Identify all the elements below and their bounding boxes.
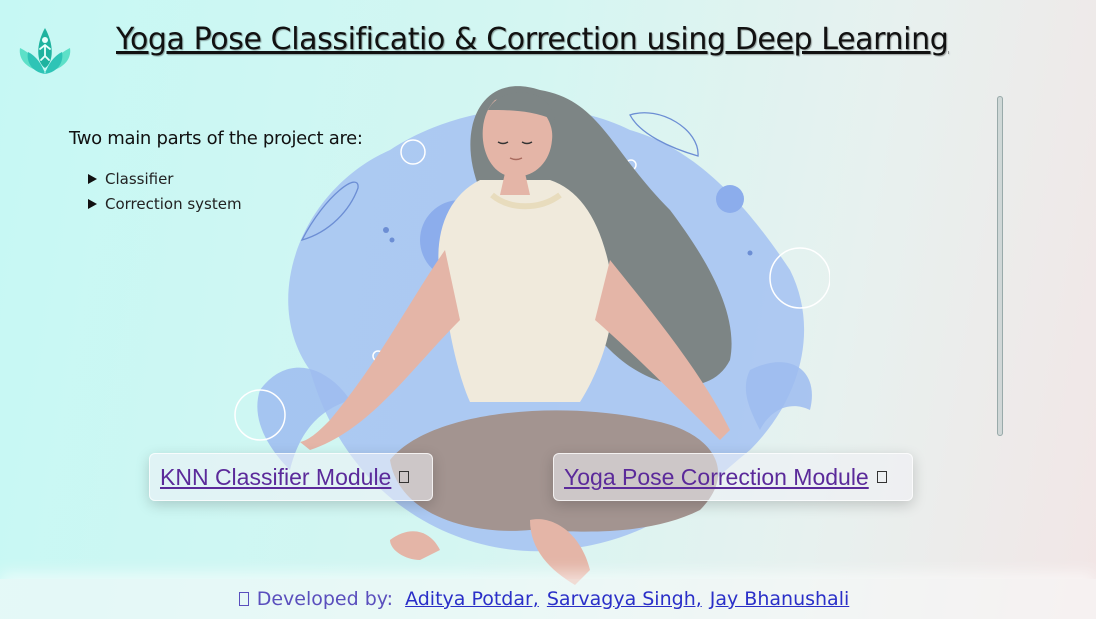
knn-classifier-module-button[interactable]: KNN Classifier Module bbox=[149, 453, 433, 501]
developer-link[interactable]: Jay Bhanushali bbox=[710, 588, 849, 610]
page-title: Yoga Pose Classificatio & Correction usi… bbox=[116, 22, 949, 57]
yoga-pose-correction-module-link[interactable]: Yoga Pose Correction Module bbox=[564, 464, 869, 491]
developed-by-text: Developed by: bbox=[256, 588, 394, 610]
code-icon bbox=[238, 592, 249, 606]
project-parts-list: Classifier Correction system bbox=[88, 166, 242, 216]
meditating-woman-illustration bbox=[234, 86, 830, 585]
knn-classifier-module-link[interactable]: KNN Classifier Module bbox=[160, 464, 391, 491]
list-item-label: Classifier bbox=[105, 169, 174, 188]
list-item[interactable]: Classifier bbox=[88, 166, 242, 191]
external-link-icon bbox=[399, 471, 410, 483]
external-link-icon bbox=[876, 471, 887, 483]
developer-link[interactable]: Sarvagya Singh, bbox=[547, 588, 702, 610]
list-item[interactable]: Correction system bbox=[88, 191, 242, 216]
developed-by-label: Developed by: bbox=[238, 588, 394, 610]
footer: Developed by: Aditya Potdar, Sarvagya Si… bbox=[0, 579, 1096, 619]
yoga-pose-correction-module-button[interactable]: Yoga Pose Correction Module bbox=[553, 453, 913, 501]
lotus-yoga-logo-icon bbox=[19, 28, 71, 74]
developer-link[interactable]: Aditya Potdar, bbox=[405, 588, 539, 610]
project-parts-heading: Two main parts of the project are: bbox=[69, 128, 363, 149]
disclosure-triangle-icon bbox=[88, 173, 97, 184]
disclosure-triangle-icon bbox=[88, 198, 97, 209]
list-item-label: Correction system bbox=[105, 194, 242, 213]
vertical-scrollbar[interactable] bbox=[997, 96, 1003, 436]
